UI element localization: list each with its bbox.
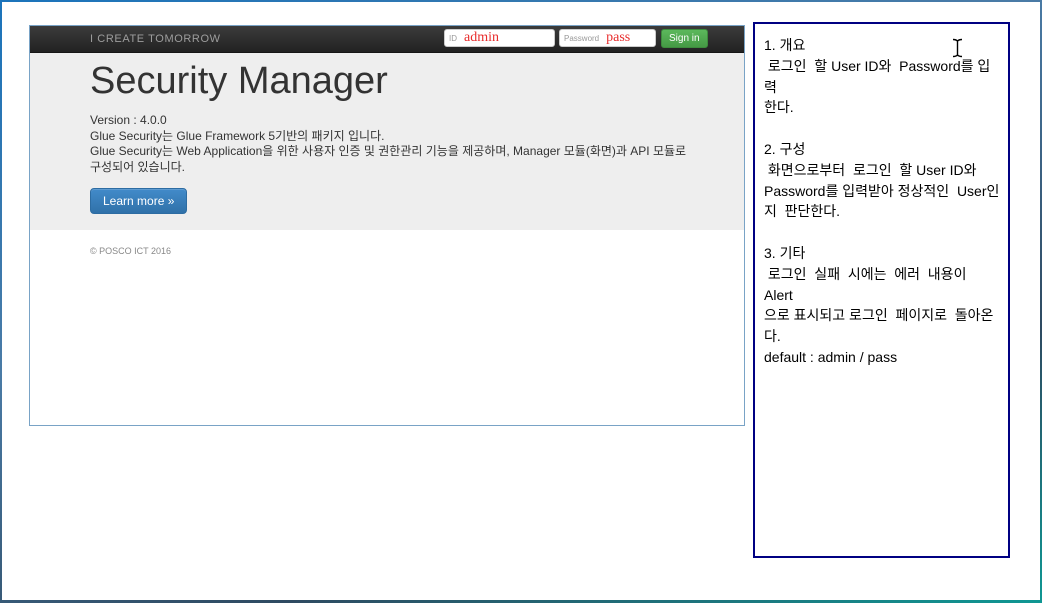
note-line: 지 판단한다.	[764, 201, 1002, 222]
note-line	[764, 118, 1002, 139]
navbar-brand[interactable]: I CREATE TOMORROW	[90, 33, 221, 45]
id-input-label: ID	[449, 34, 457, 43]
notes-panel[interactable]: 1. 개요 로그인 할 User ID와 Password를 입력한다. 2. 구…	[753, 22, 1010, 558]
note-line: 으로 표시되고 로그인 페이지로 돌아온	[764, 305, 1002, 326]
top-navbar: I CREATE TOMORROW ID admin Password pass…	[30, 26, 744, 53]
note-line: 화면으로부터 로그인 할 User ID와	[764, 160, 1002, 181]
footer-copyright: © POSCO ICT 2016	[90, 246, 171, 256]
description-line-1: Glue Security는 Glue Framework 5기반의 패키지 입…	[90, 129, 694, 145]
note-line: 한다.	[764, 97, 1002, 118]
note-line: 2. 구성	[764, 139, 1002, 160]
note-line: 다.	[764, 326, 1002, 347]
note-line: 로그인 할 User ID와 Password를 입력	[764, 56, 1002, 98]
note-line: 1. 개요	[764, 35, 1002, 56]
password-input[interactable]: Password pass	[559, 29, 656, 47]
notes-lines: 1. 개요 로그인 할 User ID와 Password를 입력한다. 2. 구…	[764, 35, 1002, 368]
note-line: 로그인 실패 시에는 에러 내용이 Alert	[764, 264, 1002, 306]
password-input-label: Password	[564, 34, 599, 43]
note-line: default : admin / pass	[764, 347, 1002, 368]
id-input[interactable]: ID admin	[444, 29, 555, 47]
note-line	[764, 222, 1002, 243]
browser-page: I CREATE TOMORROW ID admin Password pass…	[29, 25, 745, 426]
id-input-value: admin	[464, 31, 499, 45]
page-background: I CREATE TOMORROW ID admin Password pass…	[2, 2, 1040, 600]
screenshot-frame: I CREATE TOMORROW ID admin Password pass…	[0, 0, 1042, 603]
note-line: Password를 입력받아 정상적인 User인	[764, 181, 1002, 202]
jumbotron: Security Manager Version : 4.0.0 Glue Se…	[30, 53, 744, 230]
page-title: Security Manager	[90, 59, 704, 104]
description-line-2: Glue Security는 Web Application을 위한 사용자 인…	[90, 144, 694, 175]
password-input-value: pass	[606, 31, 630, 45]
note-line: 3. 기타	[764, 243, 1002, 264]
version-text: Version : 4.0.0	[90, 113, 704, 129]
sign-in-button[interactable]: Sign in	[661, 29, 708, 48]
learn-more-button[interactable]: Learn more »	[90, 188, 187, 214]
